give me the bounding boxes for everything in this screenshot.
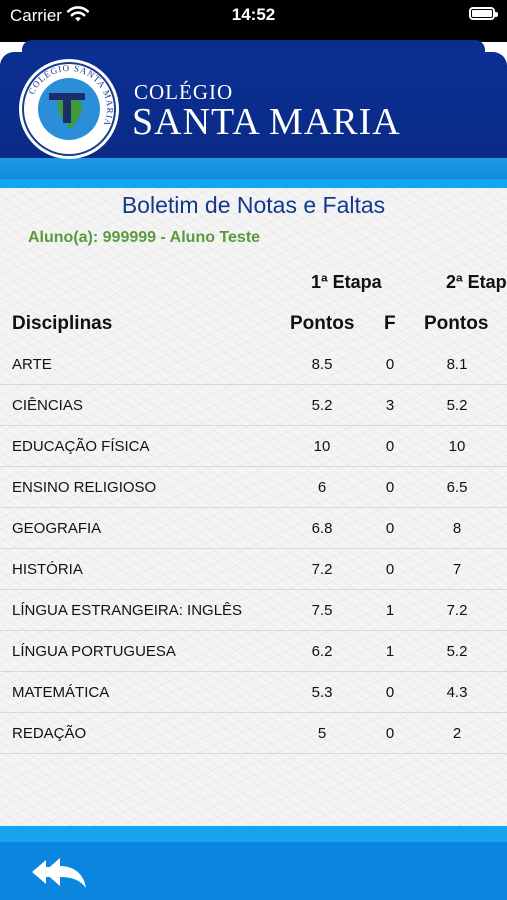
- brand-title: SANTA MARIA: [132, 101, 401, 143]
- pontos-1-value: 5.2: [311, 397, 333, 414]
- discipline-name: LÍNGUA ESTRANGEIRA: INGLÊS: [12, 602, 243, 619]
- pontos-1-header: Pontos: [290, 313, 355, 334]
- faltas-1-value: 0: [385, 520, 395, 537]
- etapa-header-row: 1ª Etapa 2ª Etap: [0, 262, 507, 303]
- discipline-name: CIÊNCIAS: [12, 397, 83, 414]
- pontos-1-value: 10: [313, 438, 331, 455]
- faltas-1-header: F: [384, 313, 396, 334]
- header-stripe: [0, 158, 507, 188]
- grades-table: 1ª Etapa 2ª Etap Disciplinas Pontos F Po…: [0, 262, 507, 754]
- faltas-1-value: 0: [385, 561, 395, 578]
- discipline-name: ENSINO RELIGIOSO: [12, 479, 157, 496]
- grades-rows: ARTE 8.5 0 8.1 CIÊNCIAS 5.2 3 5.2 EDUCAÇÃO FÍSIC…: [0, 344, 507, 754]
- disciplinas-header: Disciplinas: [12, 313, 113, 334]
- battery-icon: [469, 7, 498, 20]
- table-row: HISTÓRIA 7.2 0 7: [0, 549, 507, 590]
- etapa-2-label: 2ª Etap: [446, 272, 507, 292]
- discipline-name: HISTÓRIA: [12, 561, 83, 578]
- pontos-1-value: 5.3: [311, 684, 333, 701]
- footer-bar: [0, 826, 507, 900]
- table-row: ENSINO RELIGIOSO 6 0 6.5: [0, 467, 507, 508]
- pontos-2-value: 6.5: [446, 479, 468, 496]
- table-row: LÍNGUA PORTUGUESA 6.2 1 5.2: [0, 631, 507, 672]
- pontos-2-value: 7.2: [446, 602, 468, 619]
- etapa-1-label: 1ª Etapa: [311, 272, 382, 292]
- discipline-name: MATEMÁTICA: [12, 684, 110, 701]
- discipline-name: LÍNGUA PORTUGUESA: [12, 643, 176, 660]
- clock: 14:52: [231, 5, 276, 24]
- faltas-1-value: 0: [385, 684, 395, 701]
- table-row: REDAÇÃO 5 0 2: [0, 713, 507, 754]
- status-bar: Carrier 14:52: [0, 0, 507, 42]
- pontos-1-value: 5: [317, 725, 327, 742]
- column-header-row: Disciplinas Pontos F Pontos: [0, 303, 507, 344]
- pontos-2-value: 7: [452, 561, 462, 578]
- school-logo: COLÉGIO SANTA MARIA: [19, 59, 119, 159]
- pontos-2-value: 5.2: [446, 643, 468, 660]
- pontos-2-value: 4.3: [446, 684, 468, 701]
- pontos-1-value: 6: [317, 479, 327, 496]
- faltas-1-value: 0: [385, 438, 395, 455]
- back-arrows-icon[interactable]: [30, 852, 90, 892]
- faltas-1-value: 0: [385, 479, 395, 496]
- pontos-2-header: Pontos: [424, 313, 489, 334]
- table-row: MATEMÁTICA 5.3 0 4.3: [0, 672, 507, 713]
- faltas-1-value: 0: [385, 356, 395, 373]
- faltas-1-value: 1: [385, 602, 395, 619]
- table-row: CIÊNCIAS 5.2 3 5.2: [0, 385, 507, 426]
- table-row: ARTE 8.5 0 8.1: [0, 344, 507, 385]
- pontos-2-value: 8: [452, 520, 462, 537]
- pontos-1-value: 8.5: [311, 356, 333, 373]
- faltas-1-value: 3: [385, 397, 395, 414]
- pontos-2-value: 8.1: [446, 356, 468, 373]
- pontos-1-value: 6.8: [311, 520, 333, 537]
- faltas-1-value: 0: [385, 725, 395, 742]
- discipline-name: ARTE: [12, 356, 52, 373]
- pontos-1-value: 7.2: [311, 561, 333, 578]
- pontos-2-value: 5.2: [446, 397, 468, 414]
- pontos-1-value: 6.2: [311, 643, 333, 660]
- report-content: Boletim de Notas e Faltas Aluno(a): 9999…: [0, 188, 507, 828]
- pontos-1-value: 7.5: [311, 602, 333, 619]
- table-row: EDUCAÇÃO FÍSICA 10 0 10: [0, 426, 507, 467]
- report-title: Boletim de Notas e Faltas: [121, 192, 386, 218]
- discipline-name: REDAÇÃO: [12, 725, 87, 742]
- faltas-1-value: 1: [385, 643, 395, 660]
- student-label: Aluno(a): 999999 - Aluno Teste: [28, 229, 261, 246]
- pontos-2-value: 2: [452, 725, 462, 742]
- table-row: GEOGRAFIA 6.8 0 8: [0, 508, 507, 549]
- table-row: LÍNGUA ESTRANGEIRA: INGLÊS 7.5 1 7.2: [0, 590, 507, 631]
- discipline-name: EDUCAÇÃO FÍSICA: [12, 438, 150, 455]
- pontos-2-value: 10: [448, 438, 466, 455]
- discipline-name: GEOGRAFIA: [12, 520, 102, 537]
